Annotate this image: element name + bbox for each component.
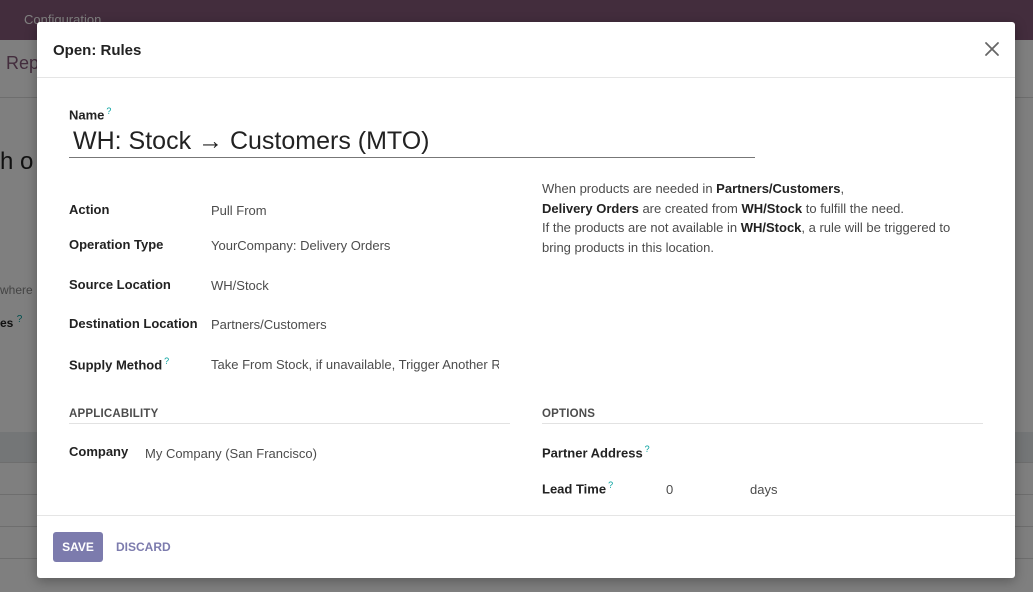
- rule-description: When products are needed in Partners/Cus…: [542, 181, 951, 255]
- name-input[interactable]: [69, 126, 755, 158]
- name-label: Name?: [69, 106, 112, 123]
- lead-time-label: Lead Time?: [542, 480, 614, 497]
- company-label: Company: [69, 444, 129, 459]
- source-location-label: Source Location: [69, 277, 171, 292]
- close-icon: [985, 42, 999, 56]
- discard-button[interactable]: DISCARD: [111, 532, 176, 562]
- destination-location-field[interactable]: Partners/Customers: [211, 317, 327, 332]
- supply-method-field[interactable]: Take From Stock, if unavailable, Trigger…: [211, 357, 499, 372]
- operation-type-field[interactable]: YourCompany: Delivery Orders: [211, 238, 390, 253]
- help-tooltip-marker[interactable]: ?: [164, 356, 169, 366]
- destination-location-label: Destination Location: [69, 316, 198, 331]
- source-location-field[interactable]: WH/Stock: [211, 278, 269, 293]
- operation-type-label: Operation Type: [69, 237, 164, 252]
- lead-time-input[interactable]: 0: [666, 482, 673, 497]
- company-field[interactable]: My Company (San Francisco): [145, 446, 317, 461]
- dialog-header: Open: Rules: [37, 22, 1015, 78]
- partner-address-label: Partner Address?: [542, 444, 650, 461]
- help-tooltip-marker[interactable]: ?: [608, 480, 613, 490]
- help-tooltip-marker[interactable]: ?: [645, 444, 650, 454]
- applicability-section-title: APPLICABILITY: [69, 408, 510, 424]
- supply-method-label: Supply Method?: [69, 356, 170, 373]
- dialog-footer: SAVE DISCARD: [37, 515, 1015, 578]
- action-label: Action: [69, 202, 110, 217]
- help-tooltip-marker[interactable]: ?: [106, 106, 111, 116]
- rules-dialog: Open: Rules Name? Action Pull From Opera…: [37, 22, 1015, 578]
- save-button[interactable]: SAVE: [53, 532, 103, 562]
- close-button[interactable]: [981, 38, 1003, 60]
- dialog-title: Open: Rules: [53, 42, 142, 59]
- dialog-body: Name? Action Pull From Operation Type Yo…: [37, 79, 1015, 515]
- lead-time-unit: days: [750, 482, 778, 497]
- options-section-title: OPTIONS: [542, 408, 983, 424]
- action-field[interactable]: Pull From: [211, 203, 267, 218]
